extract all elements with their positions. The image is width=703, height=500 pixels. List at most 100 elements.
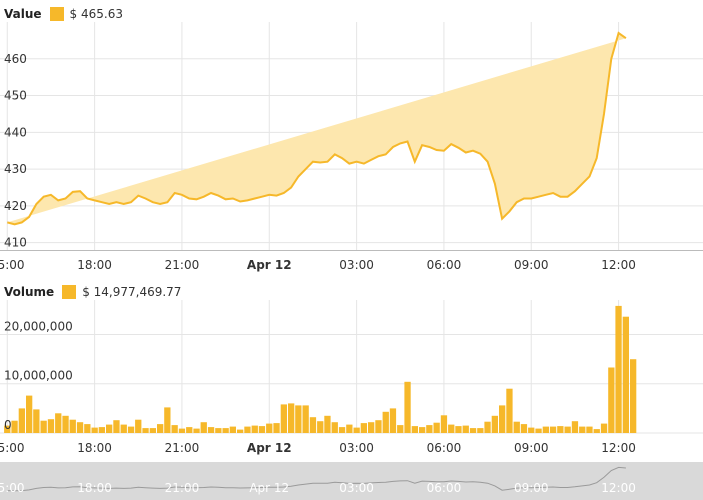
volume-bar [579,426,586,433]
volume-bar [586,426,593,433]
volume-bar [368,422,375,433]
volume-bar [382,411,389,433]
navigator-tick-label: 09:00 [514,481,549,495]
volume-bar [149,428,156,433]
volume-bar [273,423,280,433]
volume-bar [280,404,287,433]
volume-bar [622,316,629,433]
volume-bar [353,427,360,433]
volume-bar [455,426,462,433]
value-x-axis: 15:00 18:00 21:00 Apr 12 03:00 06:00 09:00 12:0… [0,258,636,272]
volume-bar [535,428,542,433]
volume-bar [164,407,171,433]
volume-bar [557,426,564,433]
volume-series [4,305,637,433]
volume-bar [324,415,331,433]
value-series [0,31,703,251]
volume-bar [419,427,426,433]
volume-bar [229,426,236,433]
navigator-tick-label: 06:00 [427,481,462,495]
navigator-tick-label: 15:00 [0,481,25,495]
volume-bar [215,428,222,433]
value-x-tick-label: 15:00 [0,258,25,272]
volume-bar [389,408,397,433]
volume-bar [186,427,193,433]
navigator-tick-label: 18:00 [77,481,112,495]
volume-bar [91,427,98,433]
volume-bar [171,425,178,433]
volume-y-tick-label: 0 [4,418,12,432]
value-x-tick-label: 18:00 [77,258,112,272]
volume-bar [484,421,491,433]
volume-bar [135,419,142,433]
volume-x-tick-label: 06:00 [427,441,462,455]
volume-x-tick-label: 15:00 [0,441,25,455]
volume-bar [309,417,317,433]
volume-bar [338,427,346,433]
volume-bar [18,408,25,433]
value-x-tick-label: 09:00 [514,258,549,272]
volume-bar [244,426,251,433]
volume-bar [55,413,62,433]
volume-grid [0,300,703,434]
value-x-tick-label: Apr 12 [247,258,292,272]
volume-bar [506,388,513,433]
volume-bar [47,419,55,433]
volume-bar [157,424,164,433]
volume-bar [477,428,484,433]
volume-bar [411,426,418,433]
volume-bar [178,428,186,433]
volume-bar [513,421,520,433]
volume-bar [440,415,448,433]
value-area-fill [7,33,626,225]
time-navigator[interactable]: 15:00 18:00 21:00 Apr 12 03:00 06:00 09:00 12:0… [0,462,703,500]
value-x-tick-label: 12:00 [601,258,636,272]
navigator-tick-label: 21:00 [165,481,200,495]
volume-bar [404,381,411,433]
volume-bar [120,424,127,433]
volume-bar [193,428,200,433]
navigator-tick-label: Apr 12 [249,481,289,495]
navigator-tick-label: 12:00 [601,481,636,495]
volume-bar [331,422,338,433]
volume-bar [317,421,324,433]
value-x-tick-label: 06:00 [427,258,462,272]
volume-bar [62,415,69,433]
value-y-tick-label: 460 [4,52,27,66]
volume-bar [142,428,149,433]
volume-bar [346,424,353,433]
value-x-tick-label: 03:00 [339,258,374,272]
price-volume-chart[interactable]: 410 420 430 440 450 460 15:00 18:00 21:00 Apr 12… [0,0,703,500]
volume-bar [127,426,135,433]
volume-bar [40,420,47,433]
volume-bar [76,422,84,433]
volume-bar [113,420,120,433]
volume-bar [448,424,455,433]
volume-bar [630,359,637,433]
volume-x-tick-label: 21:00 [165,441,200,455]
volume-bar [106,424,113,433]
volume-y-tick-label: 10,000,000 [4,369,73,383]
volume-bar [499,405,506,433]
volume-bar [258,426,266,433]
volume-bar [375,420,382,433]
volume-bar [207,427,215,433]
volume-bar [11,420,18,433]
volume-x-tick-label: 09:00 [514,441,549,455]
volume-bar [469,428,477,433]
navigator-tick-label: 03:00 [339,481,374,495]
volume-bar [608,367,615,433]
volume-bar [615,305,622,433]
volume-bar [542,426,549,433]
volume-bar [251,425,258,433]
volume-x-tick-label: 12:00 [601,441,636,455]
volume-bar [200,422,207,433]
volume-bar [600,423,608,433]
volume-bar [302,405,309,433]
value-y-tick-label: 440 [4,125,27,139]
volume-x-tick-label: 03:00 [339,441,374,455]
volume-bar [520,424,528,433]
volume-bar [426,425,433,433]
volume-bar [237,429,244,433]
volume-y-tick-label: 20,000,000 [4,319,73,333]
